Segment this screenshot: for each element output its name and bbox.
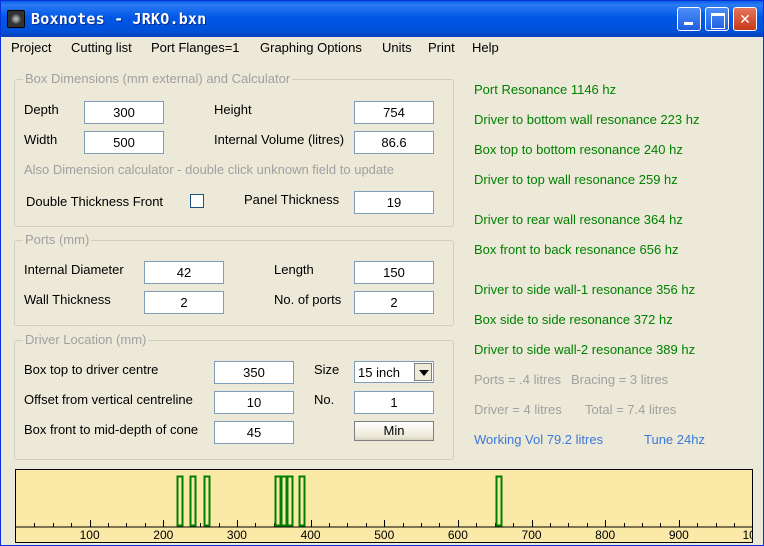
graph-tick-label: 900 bbox=[669, 528, 689, 542]
min-button[interactable]: Min bbox=[354, 421, 434, 441]
driver-location-title: Driver Location (mm) bbox=[23, 332, 149, 347]
internal-diameter-label: Internal Diameter bbox=[24, 262, 124, 277]
offset-field[interactable] bbox=[214, 391, 294, 414]
driver-volume-text: Driver = 4 litres bbox=[474, 402, 562, 417]
driver-number-field[interactable] bbox=[354, 391, 434, 414]
port-resonance-text: Port Resonance 1146 hz bbox=[474, 82, 617, 97]
driver-rear-resonance-text: Driver to rear wall resonance 364 hz bbox=[474, 212, 683, 227]
ports-volume-text: Ports = .4 litres bbox=[474, 372, 562, 387]
side-side-resonance-text: Box side to side resonance 372 hz bbox=[474, 312, 673, 327]
offset-label: Offset from vertical centreline bbox=[24, 392, 193, 407]
ports-title: Ports (mm) bbox=[23, 232, 92, 247]
front-back-resonance-text: Box front to back resonance 656 hz bbox=[474, 242, 679, 257]
graph-tick-label: 400 bbox=[301, 528, 321, 542]
graph-tick-label: 500 bbox=[374, 528, 394, 542]
graph-resonance-marker bbox=[286, 475, 294, 527]
driver-size-value: 15 inch bbox=[358, 365, 400, 380]
number-of-ports-field[interactable] bbox=[354, 291, 434, 314]
graph-tick-label: 100 bbox=[742, 528, 753, 542]
internal-volume-field[interactable] bbox=[354, 131, 434, 154]
double-thickness-checkbox[interactable] bbox=[190, 194, 204, 208]
wall-thickness-field[interactable] bbox=[144, 291, 224, 314]
driver-number-label: No. bbox=[314, 392, 335, 407]
menu-port-flanges[interactable]: Port Flanges=1 bbox=[151, 40, 240, 55]
wall-thickness-label: Wall Thickness bbox=[24, 292, 111, 307]
internal-volume-label: Internal Volume (litres) bbox=[214, 132, 345, 147]
height-label: Height bbox=[214, 102, 252, 117]
graph-resonance-marker bbox=[203, 475, 211, 527]
height-field[interactable] bbox=[354, 101, 434, 124]
calculator-note: Also Dimension calculator - double click… bbox=[24, 162, 394, 177]
driver-size-label: Size bbox=[314, 362, 340, 377]
menu-graphing-options[interactable]: Graphing Options bbox=[260, 40, 362, 55]
panel-thickness-field[interactable] bbox=[354, 191, 434, 214]
top-bottom-resonance-text: Box top to bottom resonance 240 hz bbox=[474, 142, 683, 157]
dropdown-arrow-icon[interactable] bbox=[414, 363, 432, 381]
port-length-field[interactable] bbox=[354, 261, 434, 284]
menu-bar: Project Cutting list Port Flanges=1 Grap… bbox=[1, 37, 763, 59]
driver-bottom-resonance-text: Driver to bottom wall resonance 223 hz bbox=[474, 112, 700, 127]
graph-tick-label: 800 bbox=[595, 528, 615, 542]
menu-units[interactable]: Units bbox=[382, 40, 412, 55]
driver-top-label: Box top to driver centre bbox=[24, 362, 159, 377]
box-dimensions-title: Box Dimensions (mm external) and Calcula… bbox=[23, 71, 293, 86]
tune-text: Tune 24hz bbox=[644, 432, 705, 447]
driver-top-resonance-text: Driver to top wall resonance 259 hz bbox=[474, 172, 678, 187]
depth-label: Depth bbox=[24, 102, 59, 117]
title-bar[interactable]: Boxnotes - JRKO.bxn ✕ bbox=[1, 1, 763, 37]
number-of-ports-label: No. of ports bbox=[274, 292, 342, 307]
cone-depth-field[interactable] bbox=[214, 421, 294, 444]
menu-help[interactable]: Help bbox=[472, 40, 499, 55]
panel-thickness-label: Panel Thickness bbox=[244, 192, 340, 207]
graph-resonance-marker bbox=[298, 475, 306, 527]
double-thickness-label: Double Thickness Front bbox=[26, 194, 164, 209]
width-field[interactable] bbox=[84, 131, 164, 154]
cone-depth-label: Box front to mid-depth of cone bbox=[24, 422, 199, 437]
bracing-volume-text: Bracing = 3 litres bbox=[571, 372, 669, 387]
graph-tick-label: 100 bbox=[80, 528, 100, 542]
resonance-graph-svg: 100 200 300 400 500 600 700 800 900 100 bbox=[16, 475, 753, 542]
app-window: Boxnotes - JRKO.bxn ✕ Project Cutting li… bbox=[0, 0, 764, 546]
resonance-graph: 100 200 300 400 500 600 700 800 900 100 bbox=[15, 469, 753, 543]
internal-diameter-field[interactable] bbox=[144, 261, 224, 284]
depth-field[interactable] bbox=[84, 101, 164, 124]
menu-cutting-list[interactable]: Cutting list bbox=[71, 40, 132, 55]
menu-project[interactable]: Project bbox=[11, 40, 51, 55]
driver-side1-resonance-text: Driver to side wall-1 resonance 356 hz bbox=[474, 282, 696, 297]
graph-tick-label: 600 bbox=[448, 528, 468, 542]
close-icon: ✕ bbox=[739, 11, 751, 27]
port-length-label: Length bbox=[274, 262, 314, 277]
driver-top-field[interactable] bbox=[214, 361, 294, 384]
menu-print[interactable]: Print bbox=[428, 40, 455, 55]
driver-size-select[interactable]: 15 inch bbox=[354, 361, 434, 383]
working-volume-text: Working Vol 79.2 litres bbox=[474, 432, 604, 447]
graph-tick-label: 300 bbox=[227, 528, 247, 542]
graph-tick-label: 700 bbox=[522, 528, 542, 542]
graph-resonance-marker bbox=[274, 475, 282, 527]
speaker-app-icon[interactable] bbox=[7, 10, 25, 28]
graph-tick-label: 200 bbox=[153, 528, 173, 542]
minimize-button[interactable] bbox=[677, 7, 701, 31]
window-title: Boxnotes - JRKO.bxn bbox=[31, 10, 207, 28]
graph-resonance-marker bbox=[189, 475, 197, 527]
graph-resonance-marker bbox=[280, 475, 288, 527]
maximize-button[interactable] bbox=[705, 7, 729, 31]
driver-side2-resonance-text: Driver to side wall-2 resonance 389 hz bbox=[474, 342, 696, 357]
graph-resonance-marker bbox=[495, 475, 503, 527]
graph-resonance-marker bbox=[176, 475, 184, 527]
width-label: Width bbox=[24, 132, 58, 147]
total-volume-text: Total = 7.4 litres bbox=[585, 402, 677, 417]
close-button[interactable]: ✕ bbox=[733, 7, 757, 31]
